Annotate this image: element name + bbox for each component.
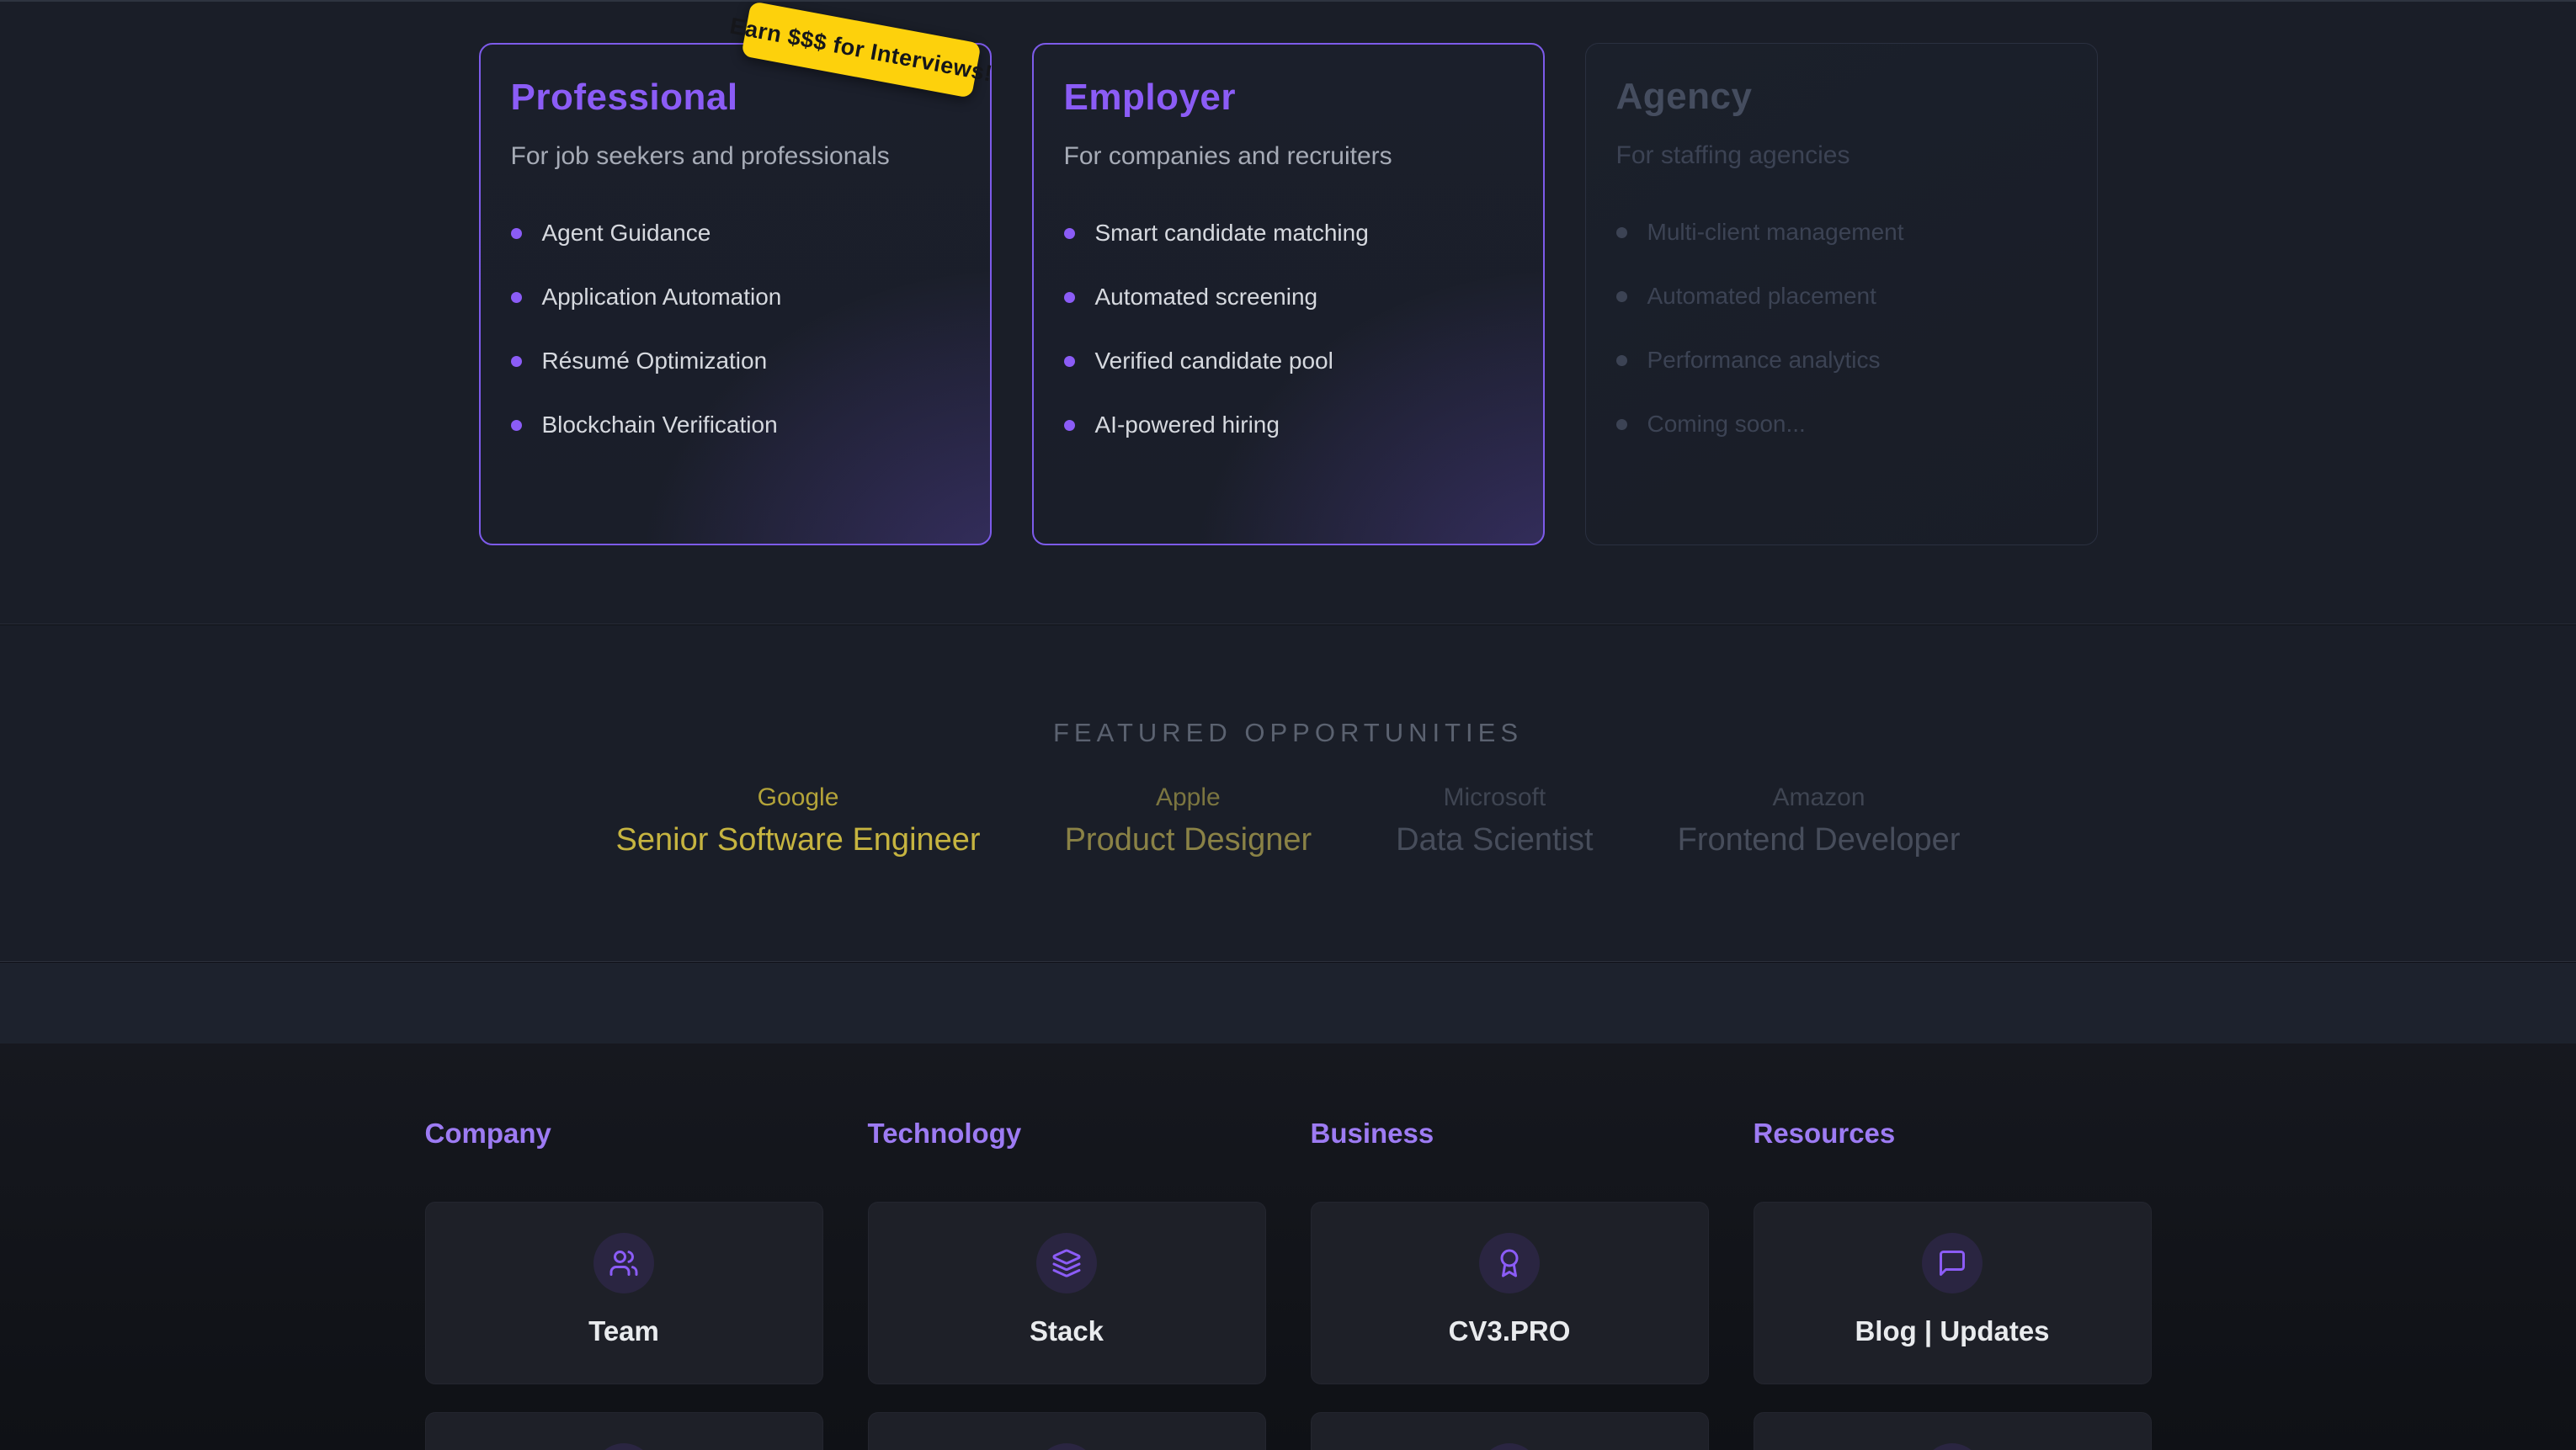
footer-card-stack[interactable]: Stack <box>868 1202 1266 1384</box>
plan-title: Agency <box>1616 76 2067 118</box>
plan-feature: Agent Guidance <box>511 220 960 247</box>
job-item-amazon[interactable]: Amazon Frontend Developer <box>1678 783 1961 858</box>
job-item-google[interactable]: Google Senior Software Engineer <box>616 783 981 858</box>
plan-feature: Résumé Optimization <box>511 348 960 374</box>
job-role: Senior Software Engineer <box>616 822 981 858</box>
plan-feature: Smart candidate matching <box>1064 220 1513 247</box>
bullet-dot-icon <box>1616 355 1627 366</box>
job-item-apple[interactable]: Apple Product Designer <box>1065 783 1312 858</box>
hidden-icon <box>1479 1443 1540 1450</box>
users-icon <box>593 1233 654 1293</box>
bullet-dot-icon <box>511 292 522 303</box>
divider-strip <box>0 963 2576 1044</box>
footer-heading: Company <box>425 1118 823 1150</box>
plan-card-agency: Agency For staffing agencies Multi-clien… <box>1585 43 2098 545</box>
featured-section: FEATURED OPPORTUNITIES Google Senior Sof… <box>0 625 2576 962</box>
plan-feature: Coming soon... <box>1616 411 2067 438</box>
footer-card-team[interactable]: Team <box>425 1202 823 1384</box>
plan-subtitle: For companies and recruiters <box>1064 142 1513 171</box>
plans-row: Professional For job seekers and profess… <box>0 2 2576 545</box>
plan-feature: Blockchain Verification <box>511 412 960 438</box>
footer-column-technology: Technology Stack <box>868 1118 1266 1450</box>
plan-card-professional[interactable]: Professional For job seekers and profess… <box>479 43 992 545</box>
footer-column-company: Company Team <box>425 1118 823 1450</box>
plan-subtitle: For job seekers and professionals <box>511 142 960 171</box>
job-company: Google <box>616 783 981 812</box>
footer-column-business: Business CV3.PRO <box>1311 1118 1709 1450</box>
plan-feature: Multi-client management <box>1616 219 2067 246</box>
footer-heading: Business <box>1311 1118 1709 1150</box>
job-role: Product Designer <box>1065 822 1312 858</box>
persona-section: Earn $$$ for Interviews! Professional Fo… <box>0 0 2576 624</box>
bullet-dot-icon <box>1064 292 1075 303</box>
plan-feature-list: Agent Guidance Application Automation Ré… <box>511 220 960 438</box>
plan-feature: Automated placement <box>1616 283 2067 310</box>
footer-heading: Technology <box>868 1118 1266 1150</box>
job-company: Apple <box>1065 783 1312 812</box>
award-icon <box>1479 1233 1540 1293</box>
footer-card-label: Team <box>588 1315 659 1347</box>
job-role: Frontend Developer <box>1678 822 1961 858</box>
layers-icon <box>1036 1233 1097 1293</box>
plan-feature: Verified candidate pool <box>1064 348 1513 374</box>
job-company: Amazon <box>1678 783 1961 812</box>
footer-card-label: Blog | Updates <box>1855 1315 2049 1347</box>
bullet-dot-icon <box>511 420 522 431</box>
footer-card-label: Stack <box>1030 1315 1104 1347</box>
bullet-dot-icon <box>1064 356 1075 367</box>
job-company: Microsoft <box>1396 783 1593 812</box>
footer-card-blog[interactable]: Blog | Updates <box>1754 1202 2152 1384</box>
bullet-dot-icon <box>1616 291 1627 302</box>
hidden-icon <box>1036 1443 1097 1450</box>
featured-heading: FEATURED OPPORTUNITIES <box>0 718 2576 748</box>
plan-feature: Automated screening <box>1064 284 1513 311</box>
footer-heading: Resources <box>1754 1118 2152 1150</box>
bullet-dot-icon <box>511 356 522 367</box>
footer-column-resources: Resources Blog | Updates <box>1754 1118 2152 1450</box>
footer-card-cv3pro[interactable]: CV3.PRO <box>1311 1202 1709 1384</box>
plan-feature-list: Multi-client management Automated placem… <box>1616 219 2067 438</box>
footer-card-label: CV3.PRO <box>1449 1315 1571 1347</box>
plan-feature: Performance analytics <box>1616 347 2067 374</box>
plan-feature: AI-powered hiring <box>1064 412 1513 438</box>
job-role: Data Scientist <box>1396 822 1593 858</box>
chat-icon <box>1922 1233 1983 1293</box>
bullet-dot-icon <box>1064 420 1075 431</box>
plan-feature: Application Automation <box>511 284 960 311</box>
hidden-icon <box>593 1443 654 1450</box>
hidden-icon <box>1922 1443 1983 1450</box>
bullet-dot-icon <box>1616 419 1627 430</box>
jobs-carousel: Google Senior Software Engineer Apple Pr… <box>0 783 2576 858</box>
footer-card-partial[interactable] <box>425 1412 823 1450</box>
plan-title: Employer <box>1064 77 1513 119</box>
footer-card-partial[interactable] <box>868 1412 1266 1450</box>
bullet-dot-icon <box>1064 228 1075 239</box>
footer-card-partial[interactable] <box>1754 1412 2152 1450</box>
bullet-dot-icon <box>511 228 522 239</box>
bullet-dot-icon <box>1616 227 1627 238</box>
footer-section: Company Team Technology Stack <box>0 1044 2576 1450</box>
plan-subtitle: For staffing agencies <box>1616 141 2067 170</box>
job-item-microsoft[interactable]: Microsoft Data Scientist <box>1396 783 1593 858</box>
plan-card-employer[interactable]: Employer For companies and recruiters Sm… <box>1032 43 1545 545</box>
plan-feature-list: Smart candidate matching Automated scree… <box>1064 220 1513 438</box>
footer-card-partial[interactable] <box>1311 1412 1709 1450</box>
footer-grid: Company Team Technology Stack <box>0 1118 2576 1450</box>
